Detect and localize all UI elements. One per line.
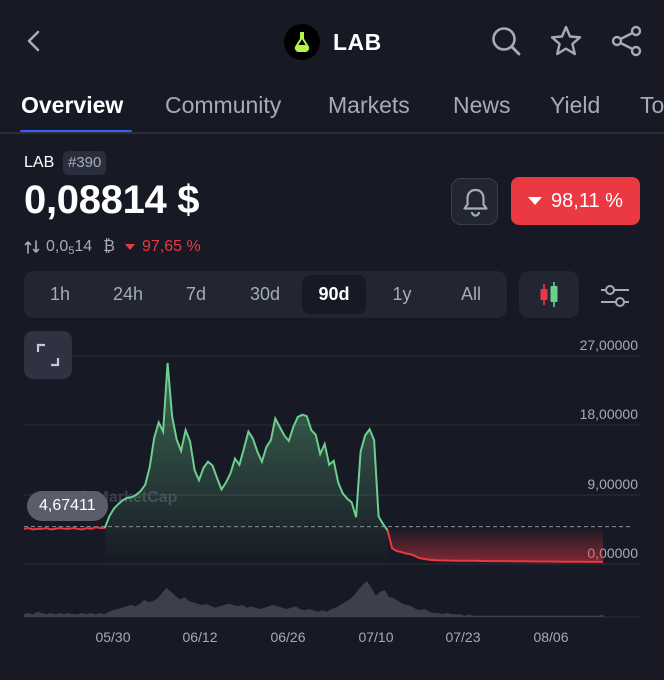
price-alert-button[interactable]: [451, 178, 498, 225]
change-value: 98,11 %: [551, 189, 623, 212]
price-area-down: [387, 526, 603, 562]
range-90d[interactable]: 90d: [302, 275, 366, 314]
tab-markets[interactable]: Markets: [328, 92, 410, 119]
x-tick-label: 06/26: [270, 629, 305, 645]
btc-price-digits: 14: [74, 238, 93, 255]
btc-unit: ₿: [103, 238, 116, 255]
active-tab-indicator: [20, 130, 132, 132]
range-30d[interactable]: 30d: [240, 275, 290, 314]
star-icon[interactable]: [549, 24, 583, 58]
time-range-selector: 1h 24h 7d 30d 90d 1y All: [24, 271, 507, 318]
range-1y[interactable]: 1y: [378, 275, 426, 314]
range-7d[interactable]: 7d: [172, 275, 220, 314]
top-bar: LAB: [0, 0, 664, 84]
tab-overview[interactable]: Overview: [21, 92, 123, 119]
rank-badge: #390: [63, 151, 107, 175]
volume-bars: [24, 581, 603, 617]
chevron-left-icon[interactable]: [20, 26, 48, 56]
price-area-up: [104, 363, 388, 565]
coin-symbol: LAB: [24, 154, 55, 171]
btc-price-row: 0,0 5 14 ₿ 97,65 %: [24, 236, 201, 258]
current-price-marker: 4,67411: [27, 491, 108, 521]
chart-settings-icon[interactable]: [598, 282, 632, 310]
tab-news[interactable]: News: [453, 92, 511, 119]
chart-areas: [104, 363, 603, 565]
x-tick-label: 07/10: [358, 629, 393, 645]
down-triangle-icon: [528, 197, 543, 205]
price-chart[interactable]: 27,0000018,000009,000000,00000 CoinMarke…: [0, 330, 664, 650]
down-triangle-icon: [125, 244, 136, 250]
tab-more[interactable]: To: [640, 92, 664, 119]
bell-icon: [463, 188, 488, 217]
tab-yield[interactable]: Yield: [550, 92, 600, 119]
x-axis-labels: 05/30 06/12 06/26 07/10 07/23 08/06: [95, 629, 568, 645]
range-24h[interactable]: 24h: [104, 275, 152, 314]
y-tick-label: 18,00000: [580, 406, 639, 422]
btc-price-zero-count: 5: [68, 245, 75, 257]
lab-flask-logo: [284, 24, 320, 60]
app-title: LAB: [333, 28, 382, 55]
candlestick-icon: [540, 282, 558, 307]
range-all[interactable]: All: [446, 275, 496, 314]
x-tick-label: 05/30: [95, 629, 130, 645]
range-1h[interactable]: 1h: [36, 275, 84, 314]
candlestick-toggle-button[interactable]: [519, 271, 579, 318]
expand-icon: [36, 343, 60, 367]
change-badge: 98,11 %: [511, 177, 640, 225]
btc-change: 97,65 %: [142, 238, 201, 255]
coin-title: LAB: [284, 22, 382, 62]
x-tick-label: 08/06: [533, 629, 568, 645]
fullscreen-button[interactable]: [24, 331, 72, 379]
y-tick-label: 27,00000: [580, 337, 639, 353]
tab-bar: Overview Community Markets News Yield To: [0, 84, 664, 134]
tab-community[interactable]: Community: [165, 92, 281, 119]
swap-arrows-icon[interactable]: [24, 239, 40, 255]
x-tick-label: 06/12: [182, 629, 217, 645]
y-tick-label: 9,00000: [587, 476, 638, 492]
share-icon[interactable]: [610, 24, 644, 58]
btc-price-prefix: 0,0: [46, 238, 69, 255]
x-tick-label: 07/23: [445, 629, 480, 645]
search-icon[interactable]: [489, 24, 523, 58]
price-line-segment-down: [23, 526, 105, 531]
volume-area: [24, 581, 603, 617]
coin-price: 0,08814 $: [24, 178, 200, 222]
